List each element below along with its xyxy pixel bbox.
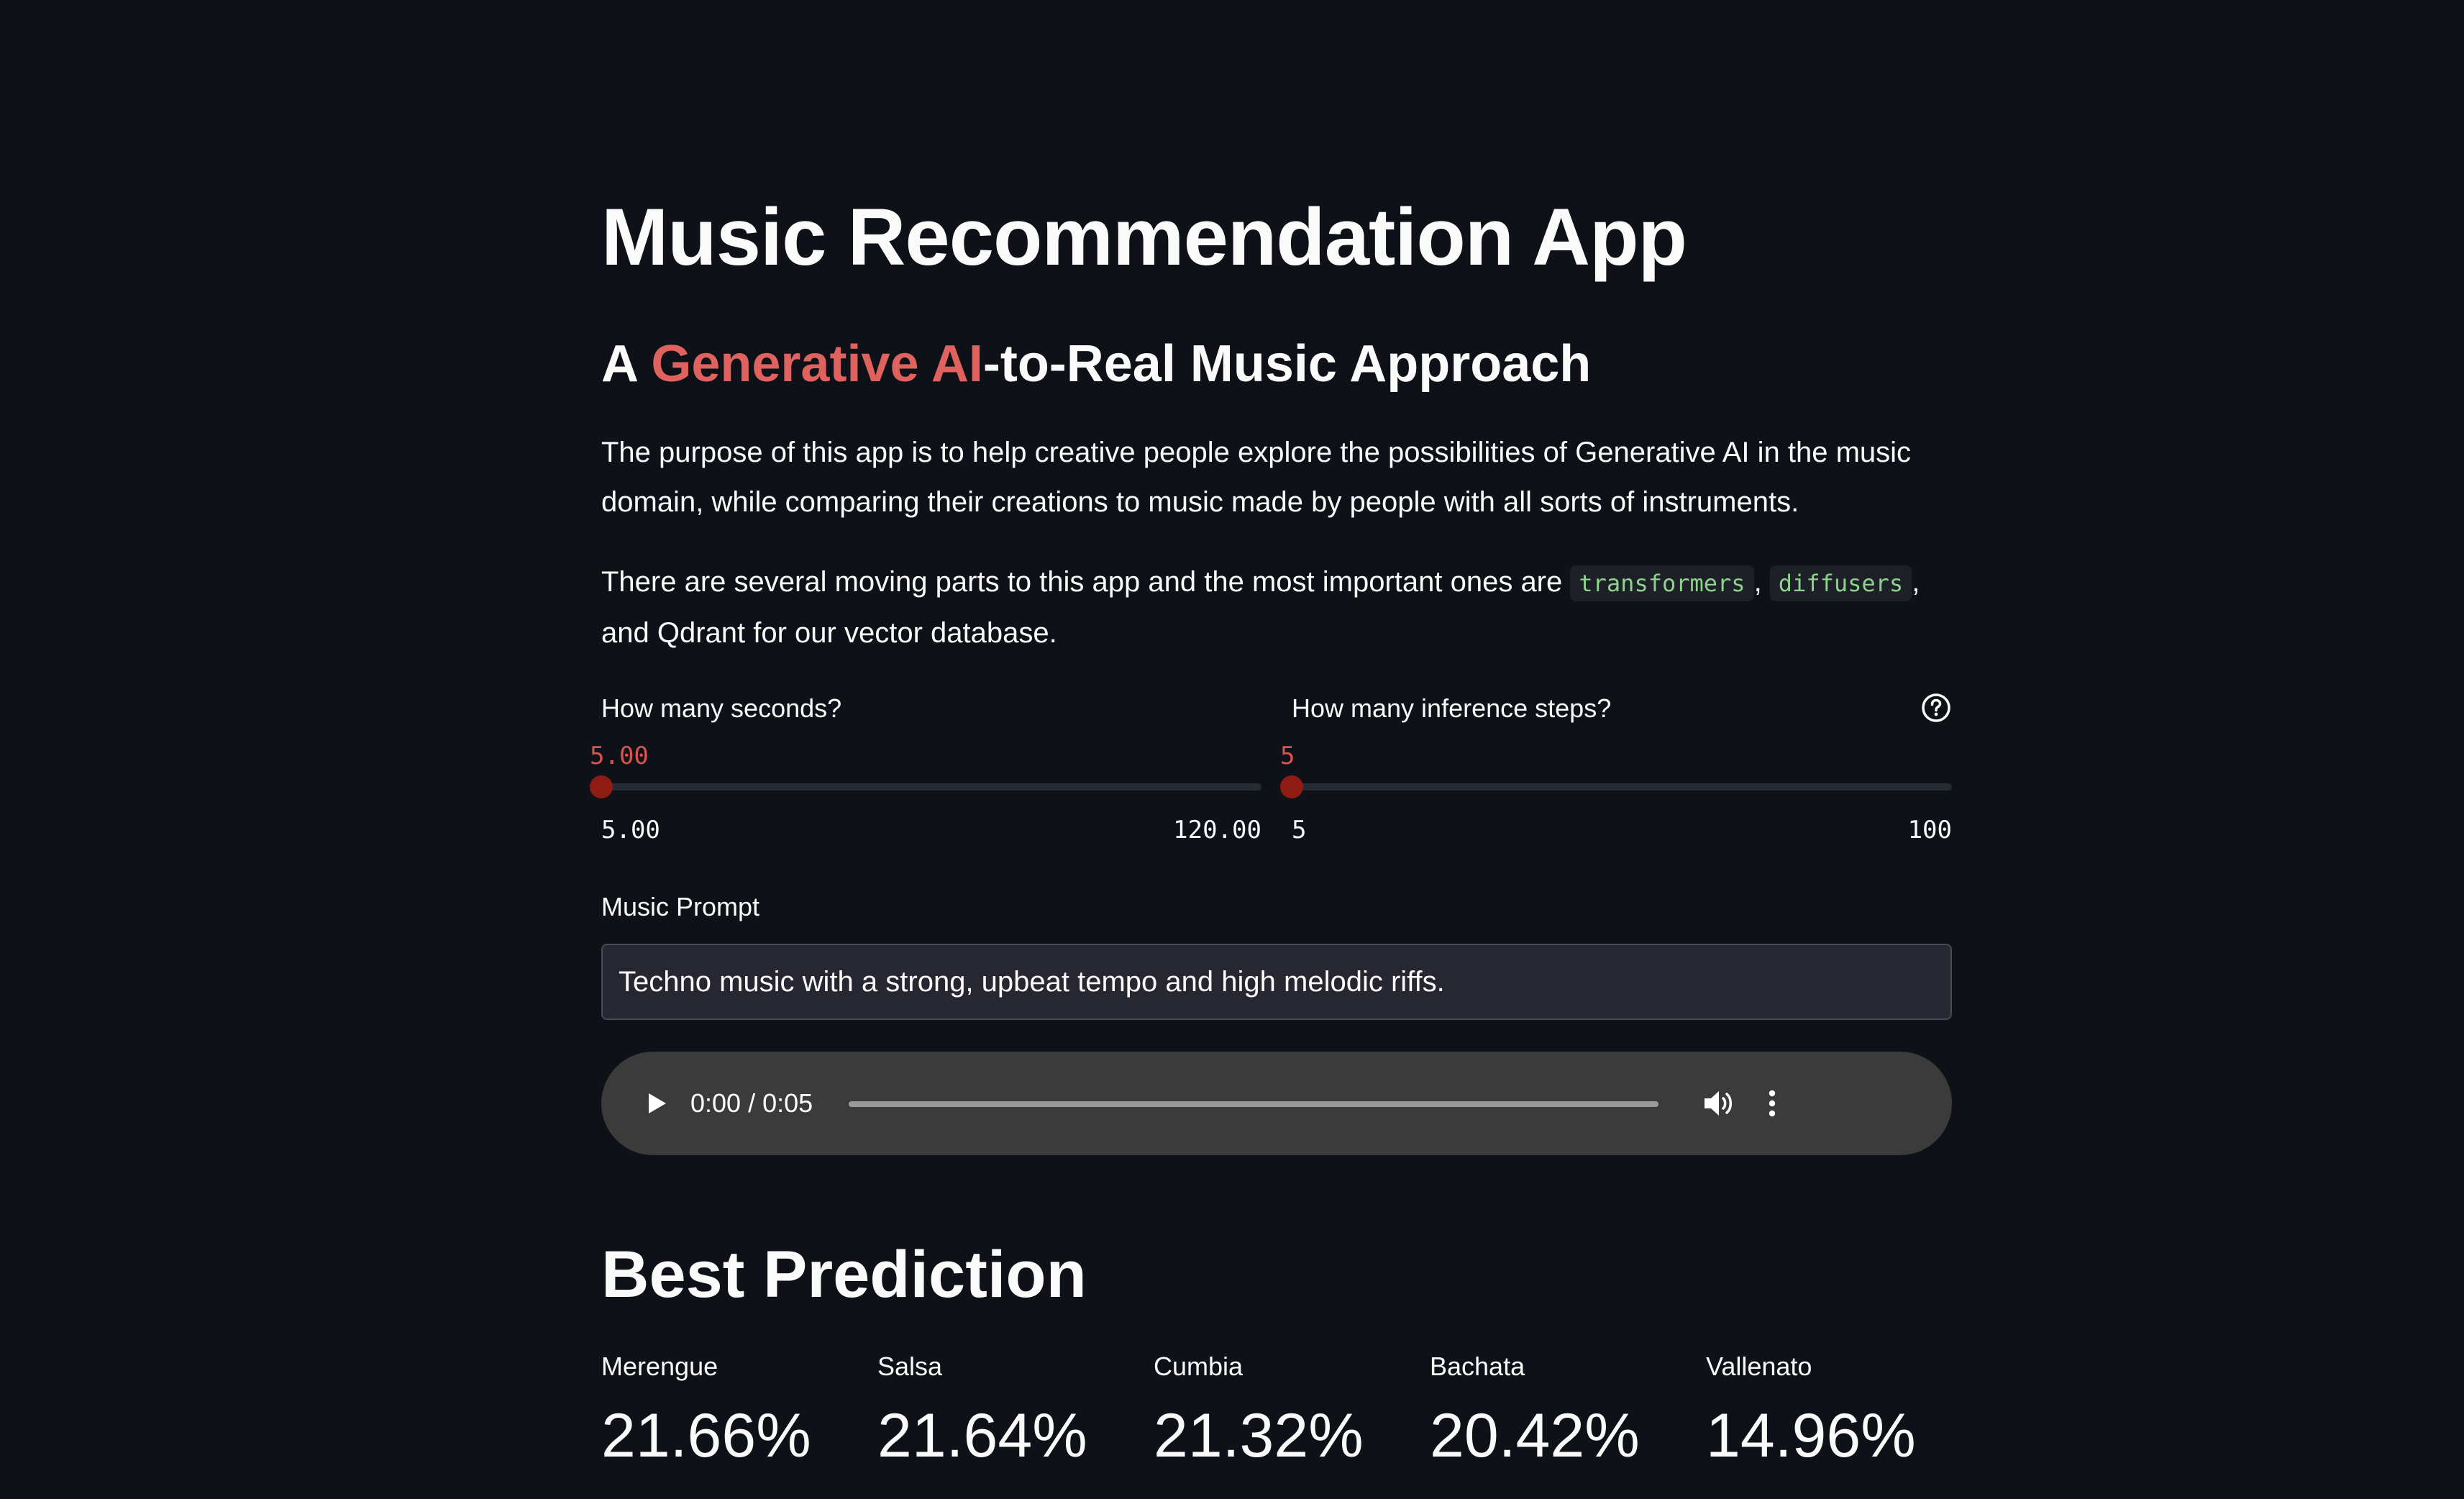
music-prompt-label: Music Prompt [601, 892, 760, 921]
code-diffusers: diffusers [1769, 565, 1912, 601]
seconds-slider-max: 120.00 [1173, 816, 1261, 844]
steps-slider-value: 5 [1280, 742, 1295, 770]
metric-value: 20.42% [1430, 1401, 1640, 1470]
subtitle-suffix: -to-Real Music Approach [982, 335, 1592, 393]
audio-time: 0:00 / 0:05 [690, 1088, 813, 1118]
code-transformers: transformers [1570, 565, 1754, 601]
more-vertical-icon[interactable] [1763, 1088, 1781, 1119]
metric-value: 21.32% [1154, 1401, 1364, 1470]
metric-merengue: Merengue 21.66% [601, 1345, 860, 1472]
seconds-slider-min: 5.00 [601, 816, 660, 844]
seconds-slider-thumb[interactable] [590, 775, 613, 798]
page-title: Music Recommendation App [601, 192, 1687, 282]
metric-bachata: Bachata 20.42% [1430, 1345, 1689, 1472]
best-prediction-title: Best Prediction [601, 1238, 1087, 1311]
audio-progress-bar[interactable] [849, 1101, 1658, 1107]
metric-label: Vallenato [1706, 1352, 1812, 1381]
metric-value: 21.64% [877, 1401, 1087, 1470]
metric-vallenato: Vallenato 14.96% [1706, 1345, 1965, 1472]
question-circle-icon[interactable] [1920, 692, 1952, 724]
seconds-slider-value: 5.00 [590, 742, 649, 770]
steps-slider-label: How many inference steps? [1292, 693, 1612, 723]
metric-label: Merengue [601, 1352, 718, 1381]
intro-paragraph: The purpose of this app is to help creat… [601, 437, 1912, 518]
steps-slider-max: 100 [1907, 816, 1952, 844]
steps-slider-min: 5 [1292, 816, 1307, 844]
metric-cumbia: Cumbia 21.32% [1154, 1345, 1413, 1472]
components-separator: , [1753, 566, 1770, 598]
steps-slider-track[interactable] [1292, 783, 1952, 790]
components-prefix: There are several moving parts to this a… [601, 566, 1571, 598]
steps-slider-thumb[interactable] [1280, 775, 1303, 798]
metric-label: Cumbia [1154, 1352, 1244, 1381]
metric-value: 21.66% [601, 1401, 811, 1470]
play-icon[interactable] [640, 1088, 672, 1119]
subtitle-accent: Generative AI [651, 335, 983, 393]
metric-value: 14.96% [1706, 1401, 1916, 1470]
audio-player: 0:00 / 0:05 [601, 1052, 1952, 1155]
page-subtitle: A Generative AI-to-Real Music Approach [601, 328, 1591, 400]
metric-label: Bachata [1430, 1352, 1525, 1381]
music-prompt-input[interactable] [601, 944, 1952, 1020]
metric-label: Salsa [877, 1352, 943, 1381]
subtitle-prefix: A [601, 335, 652, 393]
volume-icon[interactable] [1702, 1088, 1736, 1119]
app-page: Music Recommendation App A Generative AI… [0, 0, 2464, 1499]
components-paragraph: There are several moving parts to this a… [601, 557, 1952, 658]
seconds-slider-track[interactable] [601, 783, 1261, 790]
metric-salsa: Salsa 21.64% [877, 1345, 1136, 1472]
seconds-slider-label: How many seconds? [601, 693, 842, 723]
